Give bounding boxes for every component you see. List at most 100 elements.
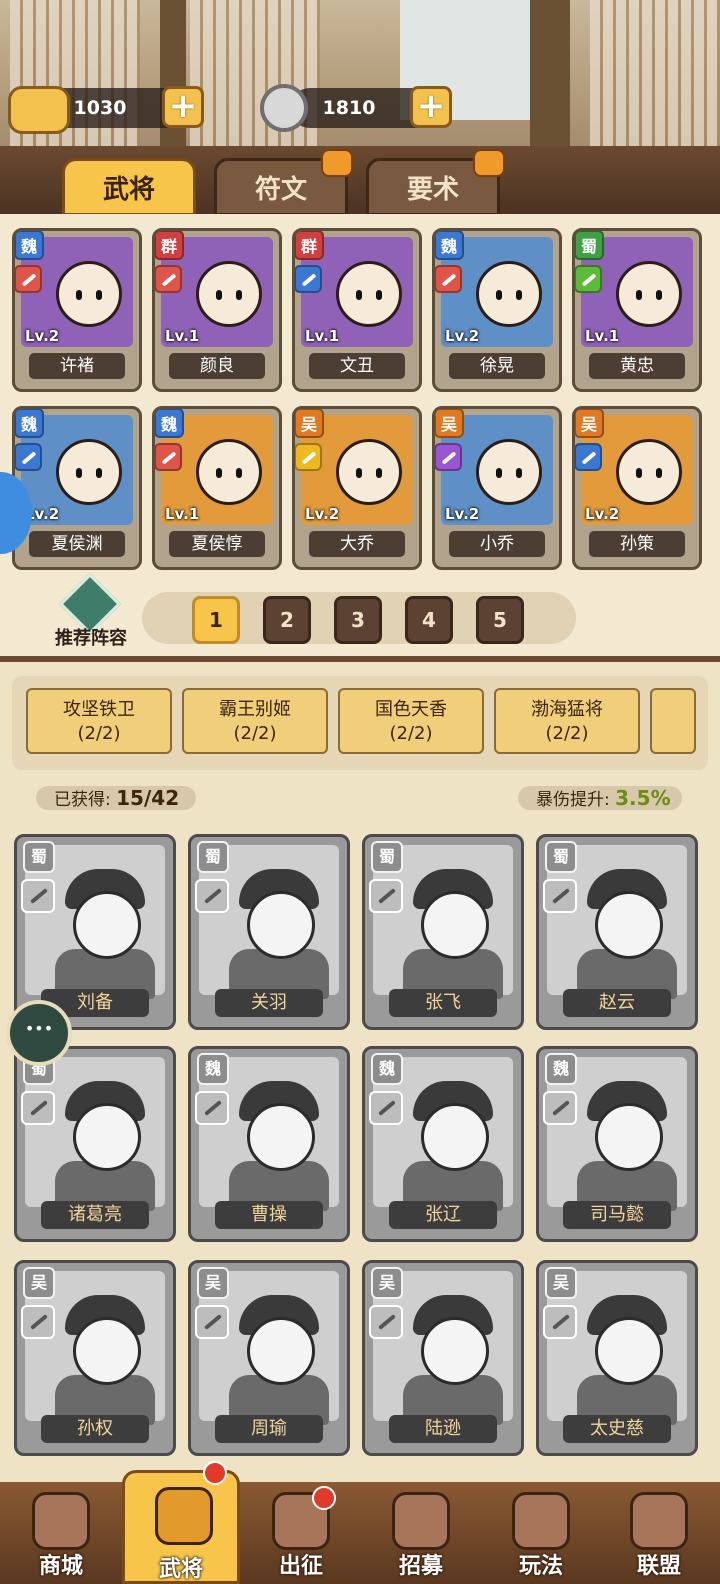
nav-recruit[interactable]: 招募 [362, 1486, 480, 1584]
crit-boost-label: 暴伤提升: [536, 790, 610, 810]
hero-card-wenchou[interactable]: 群 Lv.1 文丑 [292, 228, 422, 392]
hero-name: 文丑 [309, 353, 405, 379]
hero-level: Lv.2 [445, 505, 480, 523]
weapon-type-icon [155, 443, 182, 471]
hero-level: Lv.2 [445, 327, 480, 345]
hero-face [56, 439, 122, 505]
recommend-lineup-label: 推荐阵容 [55, 628, 127, 649]
hero-card-xiahoudun[interactable]: 魏 Lv.1 夏侯惇 [152, 406, 282, 570]
weapon-type-icon [15, 443, 42, 471]
hero-face [247, 891, 315, 959]
notification-dot [203, 1461, 227, 1485]
faction-badge: 蜀 [23, 841, 55, 873]
tab-runes[interactable]: 符文 [214, 149, 353, 216]
crit-boost-value: 3.5% [615, 786, 671, 810]
add-gold-button[interactable]: + [162, 86, 204, 128]
bond-set-name: 国色天香 [375, 699, 447, 720]
hero-face [421, 891, 489, 959]
bond-set-progress: (2/2) [389, 723, 433, 744]
hero-card-xiaoqiao[interactable]: 吴 Lv.2 小乔 [432, 406, 562, 570]
faction-badge: 吴 [371, 1267, 403, 1299]
hero-name: 许褚 [29, 353, 125, 379]
tab-heroes[interactable]: 武将 [62, 158, 196, 216]
bond-set-button[interactable]: 霸王别姬 (2/2) [182, 688, 328, 754]
hero-face [421, 1103, 489, 1171]
tab-skills[interactable]: 要术 [366, 149, 505, 216]
hero-level: Lv.1 [165, 327, 200, 345]
hero-face [247, 1317, 315, 1385]
hero-card-yanliang[interactable]: 群 Lv.1 颜良 [152, 228, 282, 392]
scroll-icon [392, 1492, 450, 1550]
shop-icon [32, 1492, 90, 1550]
chat-bubble-button[interactable] [6, 1000, 72, 1066]
bond-set-name: 攻坚铁卫 [63, 699, 135, 720]
hero-face [73, 1317, 141, 1385]
bond-set-button[interactable]: 国色天香 (2/2) [338, 688, 484, 754]
silver-coin-icon [260, 84, 308, 132]
lock-icon [321, 149, 353, 177]
nav-shop[interactable]: 商城 [2, 1486, 120, 1584]
locked-hero-card[interactable]: 蜀 张飞 [362, 834, 524, 1030]
page-button-1[interactable]: 1 [192, 596, 240, 644]
obtained-value: 15/42 [116, 786, 180, 810]
hero-card-sunce[interactable]: 吴 Lv.2 孙策 [572, 406, 702, 570]
hero-face [196, 439, 262, 505]
faction-badge: 魏 [15, 409, 44, 438]
locked-hero-card[interactable]: 蜀 诸葛亮 [14, 1046, 176, 1242]
locked-hero-card[interactable]: 吴 周瑜 [188, 1260, 350, 1456]
hero-face [56, 261, 122, 327]
recommend-lineup-button[interactable]: 推荐阵容 [46, 572, 136, 652]
hero-face [73, 1103, 141, 1171]
hero-face [336, 261, 402, 327]
hero-name: 司马懿 [563, 1201, 671, 1229]
bow-icon [575, 265, 602, 293]
locked-hero-card[interactable]: 吴 孙权 [14, 1260, 176, 1456]
page-button-5[interactable]: 5 [476, 596, 524, 644]
locked-hero-card[interactable]: 魏 司马懿 [536, 1046, 698, 1242]
hero-face [616, 261, 682, 327]
page-button-4[interactable]: 4 [405, 596, 453, 644]
hero-face [616, 439, 682, 505]
bond-set-button-partial[interactable] [650, 688, 696, 754]
hero-name: 周瑜 [215, 1415, 323, 1443]
lock-icon [473, 149, 505, 177]
locked-hero-card[interactable]: 魏 曹操 [188, 1046, 350, 1242]
hero-card-xuchu[interactable]: 魏 Lv.2 许褚 [12, 228, 142, 392]
hero-card-daqiao[interactable]: 吴 Lv.2 大乔 [292, 406, 422, 570]
bow-icon [543, 1305, 577, 1339]
hero-name: 陆逊 [389, 1415, 497, 1443]
hero-name: 颜良 [169, 353, 265, 379]
hero-face [421, 1317, 489, 1385]
page-button-2[interactable]: 2 [263, 596, 311, 644]
hero-level: Lv.1 [165, 505, 200, 523]
hero-face [336, 439, 402, 505]
nav-label: 玩法 [518, 1554, 563, 1579]
hero-card-xuhuang[interactable]: 魏 Lv.2 徐晃 [432, 228, 562, 392]
faction-badge: 魏 [371, 1053, 403, 1085]
hero-card-huangzhong[interactable]: 蜀 Lv.1 黄忠 [572, 228, 702, 392]
locked-hero-card[interactable]: 魏 张辽 [362, 1046, 524, 1242]
locked-hero-card[interactable]: 吴 陆逊 [362, 1260, 524, 1456]
nav-heroes[interactable]: 武将 [122, 1461, 240, 1584]
nav-label: 出征 [278, 1554, 323, 1579]
nav-gameplay[interactable]: 玩法 [482, 1486, 600, 1584]
locked-hero-card[interactable]: 蜀 赵云 [536, 834, 698, 1030]
locked-hero-card[interactable]: 蜀 关羽 [188, 834, 350, 1030]
bond-set-button[interactable]: 渤海猛将 (2/2) [494, 688, 640, 754]
add-coin-button[interactable]: + [410, 86, 452, 128]
faction-badge: 蜀 [371, 841, 403, 873]
bond-set-button[interactable]: 攻坚铁卫 (2/2) [26, 688, 172, 754]
hero-card-xiahouyuan[interactable]: 魏 Lv.2 夏侯渊 [12, 406, 142, 570]
nav-alliance[interactable]: 联盟 [600, 1486, 718, 1584]
nav-battle[interactable]: 出征 [242, 1486, 360, 1584]
hero-name: 小乔 [449, 531, 545, 557]
hero-face [247, 1103, 315, 1171]
spear-icon [21, 879, 55, 913]
hero-face [595, 1103, 663, 1171]
hero-level: Lv.2 [585, 505, 620, 523]
page-button-3[interactable]: 3 [334, 596, 382, 644]
hero-face [476, 439, 542, 505]
locked-hero-card[interactable]: 吴 太史慈 [536, 1260, 698, 1456]
hero-name: 赵云 [563, 989, 671, 1017]
faction-badge: 吴 [23, 1267, 55, 1299]
